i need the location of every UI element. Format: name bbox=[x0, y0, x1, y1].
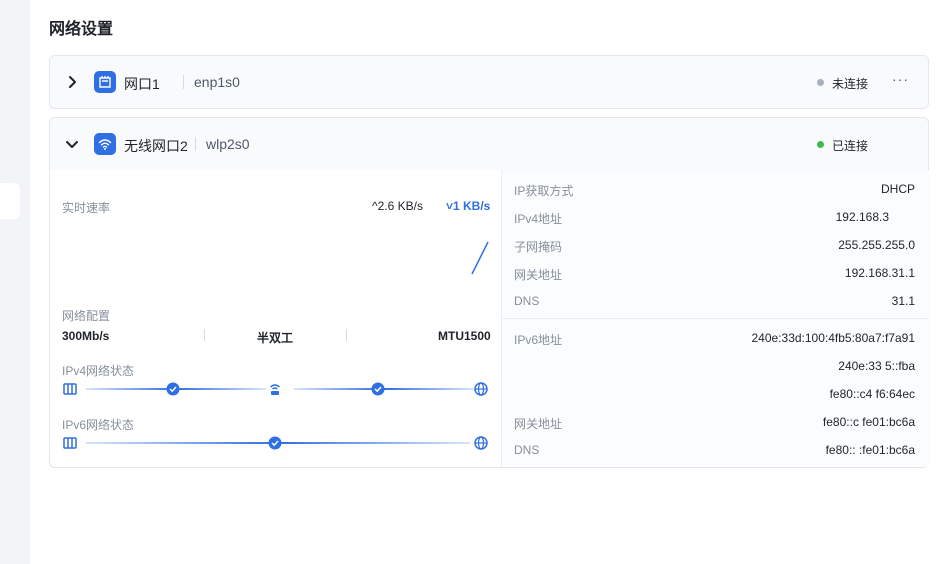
sidebar-active-tab[interactable] bbox=[0, 183, 20, 219]
chevron-down-icon[interactable] bbox=[64, 136, 80, 152]
ipv6-gateway-label: 网关地址 bbox=[514, 417, 563, 431]
config-label: 网络配置 bbox=[62, 309, 111, 323]
ip-method-label: IP获取方式 bbox=[514, 184, 574, 198]
ipv6-dns-value: fe80:: :fe01:bc6a bbox=[825, 443, 915, 457]
router-icon bbox=[270, 384, 280, 395]
interface-header-2[interactable]: 无线网口2 wlp2s0 已连接 bbox=[50, 118, 928, 170]
ipv4-address-value: 192.168.3 bbox=[835, 210, 889, 224]
ipv6-address-label: IPv6地址 bbox=[514, 333, 563, 347]
wifi-icon bbox=[94, 133, 116, 155]
chevron-right-icon[interactable] bbox=[64, 74, 80, 90]
device-icon bbox=[63, 437, 77, 449]
interface-device: wlp2s0 bbox=[206, 136, 250, 152]
dns-value: 31.1 bbox=[891, 294, 915, 308]
globe-icon bbox=[474, 436, 488, 450]
ethernet-port-icon bbox=[94, 71, 116, 93]
interface-device: enp1s0 bbox=[194, 74, 240, 90]
check-icon bbox=[371, 382, 385, 396]
interface-card-1: 网口1 enp1s0 未连接 ··· bbox=[49, 55, 929, 109]
mtu-value: MTU1500 bbox=[438, 329, 491, 343]
status-badge: 已连接 bbox=[832, 139, 869, 153]
check-icon bbox=[268, 436, 282, 450]
dns-label: DNS bbox=[514, 294, 540, 308]
ipv6-address-value: 240e:33 5::fba bbox=[838, 359, 915, 373]
more-options-icon[interactable]: ··· bbox=[892, 71, 909, 87]
check-icon bbox=[166, 382, 180, 396]
bandwidth-value: 300Mb/s bbox=[62, 329, 110, 343]
download-speed: ˅1 KB/s bbox=[446, 199, 491, 213]
status-badge: 未连接 bbox=[832, 77, 869, 91]
separator bbox=[204, 329, 205, 341]
ipv6-address-value: 240e:33d:100:4fb5:80a7:f7a91 bbox=[751, 331, 916, 345]
ipv6-status-label: IPv6网络状态 bbox=[62, 418, 135, 432]
ipv4-status-label: IPv4网络状态 bbox=[62, 364, 135, 378]
subnet-mask-value: 255.255.255.0 bbox=[838, 238, 915, 252]
interface-stats: 实时速率 ^2.6 KB/s ˅1 KB/s 网络配置 300Mb/s 半双工 … bbox=[50, 170, 501, 467]
separator bbox=[183, 75, 184, 89]
gateway-label: 网关地址 bbox=[514, 268, 563, 282]
status-dot bbox=[817, 79, 824, 86]
divider bbox=[502, 318, 929, 319]
separator bbox=[195, 137, 196, 151]
interface-card-2: 无线网口2 wlp2s0 已连接 实时速率 ^2.6 KB/s ˅1 KB/s … bbox=[49, 117, 929, 468]
gateway-value: 192.168.31.1 bbox=[844, 266, 915, 280]
ipv6-dns-label: DNS bbox=[514, 443, 540, 457]
globe-icon bbox=[474, 382, 488, 396]
sidebar bbox=[0, 0, 30, 564]
interface-name: 无线网口2 bbox=[124, 138, 188, 154]
page-title: 网络设置 bbox=[49, 21, 114, 38]
main-panel: 网络设置 网口1 enp1s0 未连接 ··· 无线网口2 wlp2s0 已连接… bbox=[30, 0, 948, 564]
ipv6-gateway-value: fe80::c fe01:bc6a bbox=[822, 415, 915, 429]
speed-label: 实时速率 bbox=[62, 201, 111, 215]
ip-method-value: DHCP bbox=[880, 182, 915, 196]
subnet-mask-label: 子网掩码 bbox=[514, 240, 563, 254]
duplex-value: 半双工 bbox=[257, 331, 294, 345]
interface-name: 网口1 bbox=[124, 76, 160, 92]
separator bbox=[346, 329, 347, 341]
interface-header-1[interactable]: 网口1 enp1s0 未连接 ··· bbox=[50, 56, 928, 108]
ipv4-address-label: IPv4地址 bbox=[514, 212, 563, 226]
status-dot bbox=[817, 141, 824, 148]
speed-sparkline bbox=[471, 241, 489, 275]
ipv6-address-value: fe80::c4 f6:64ec bbox=[829, 387, 915, 401]
address-details: IP获取方式 DHCP IPv4地址 192.168.3 子网掩码 255.25… bbox=[501, 170, 929, 467]
upload-speed: ^2.6 KB/s bbox=[372, 199, 423, 213]
device-icon bbox=[63, 383, 77, 395]
